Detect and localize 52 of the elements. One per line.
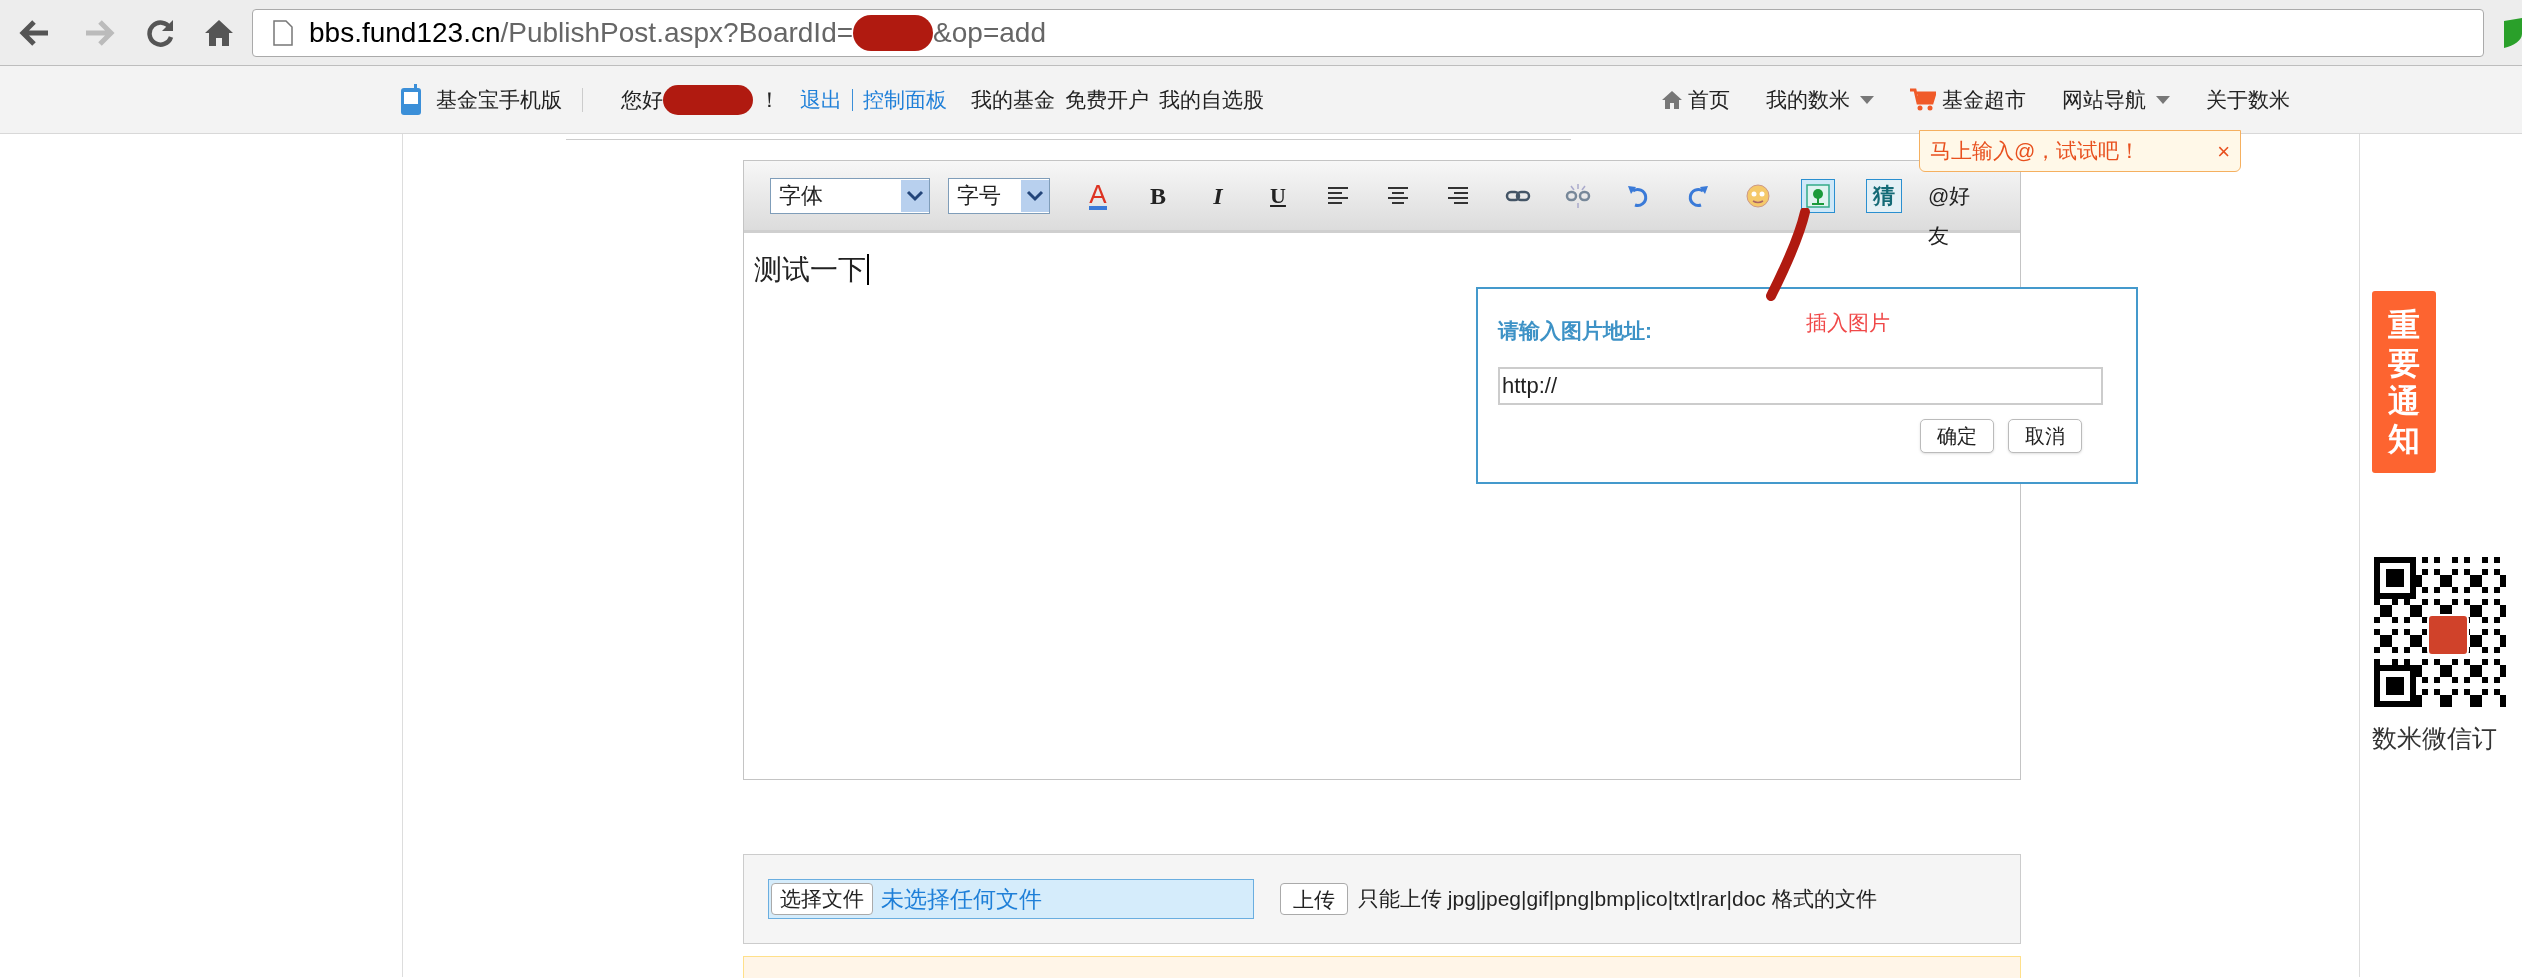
nav-link[interactable]: 免费开户 (1065, 83, 1149, 116)
caret-icon (1021, 179, 1049, 212)
italic-button[interactable]: I (1188, 177, 1248, 214)
smiley-icon (1745, 182, 1771, 209)
annotation-label: 插入图片 (1806, 310, 1890, 336)
editor-text: 测试一下 (754, 254, 869, 285)
nav-menu-item[interactable]: 关于数米 (2206, 83, 2290, 116)
home-icon (1662, 90, 1682, 109)
caret-icon (901, 179, 929, 212)
account-link[interactable]: 控制面板 (863, 83, 947, 116)
cart-icon (1910, 87, 1936, 112)
nav-menu-item[interactable]: 首页 (1662, 83, 1730, 116)
url-host: bbs.fund123.cn (309, 15, 501, 50)
upload-button[interactable]: 上传 (1280, 883, 1348, 915)
caret-icon (1860, 95, 1874, 104)
home-icon[interactable] (204, 17, 234, 48)
dialog-button[interactable]: 确定 (1920, 418, 1994, 453)
unlink-icon (1565, 182, 1591, 209)
nav-menu-item[interactable]: 我的数米 (1766, 83, 1874, 116)
tooltip-text: 马上输入@，试试吧！ (1930, 138, 2141, 165)
dialog-title: 请输入图片地址: (1498, 318, 1652, 344)
url-field[interactable]: http:// (1498, 366, 2103, 405)
font-color-button[interactable]: A (1068, 177, 1128, 214)
file-input[interactable]: 选择文件 未选择任何文件 (768, 879, 1254, 919)
url-path: /PublishPost.aspx?BoardId= (500, 15, 854, 50)
dialog-button[interactable]: 取消 (2008, 418, 2082, 453)
nav-link[interactable]: 我的自选股 (1159, 83, 1264, 116)
dropdown[interactable]: 字号 (948, 177, 1050, 214)
phone-icon (400, 83, 422, 116)
greeting-text: 您好 (621, 86, 663, 113)
underline-button[interactable]: U (1248, 177, 1308, 214)
nav-menu-item[interactable]: 基金超市 (1910, 83, 2026, 116)
caret-icon (2156, 95, 2170, 104)
nav-menu-item[interactable]: 网站导航 (2062, 83, 2170, 116)
bold-button[interactable]: B (1128, 177, 1188, 214)
mobile-app-link[interactable]: 基金宝手机版 (436, 83, 562, 116)
address-bar[interactable]: bbs.fund123.cn/PublishPost.aspx?BoardId= &op=add (252, 8, 2484, 57)
url-query: &op=add (933, 15, 1046, 50)
dropdown[interactable]: 字体 (770, 177, 930, 214)
qr-caption: 数米微信订 (2372, 723, 2498, 754)
file-status: 未选择任何文件 (881, 884, 1042, 914)
greeting-end: ！ (759, 86, 780, 113)
guess-button[interactable]: 猜 (1866, 178, 1902, 213)
upload-hint: 只能上传 jpg|jpeg|gif|png|bmp|ico|txt|rar|doc 格式的文件 (1358, 886, 1877, 913)
page-icon (273, 19, 293, 46)
shield-icon[interactable] (2504, 16, 2522, 49)
image-icon (1805, 182, 1831, 209)
choose-file-button[interactable]: 选择文件 (771, 883, 873, 915)
account-link[interactable]: 退出 (800, 83, 842, 116)
close-button[interactable]: × (2217, 134, 2230, 168)
reload-icon[interactable] (146, 17, 176, 48)
nav-link[interactable]: 我的基金 (971, 83, 1055, 116)
